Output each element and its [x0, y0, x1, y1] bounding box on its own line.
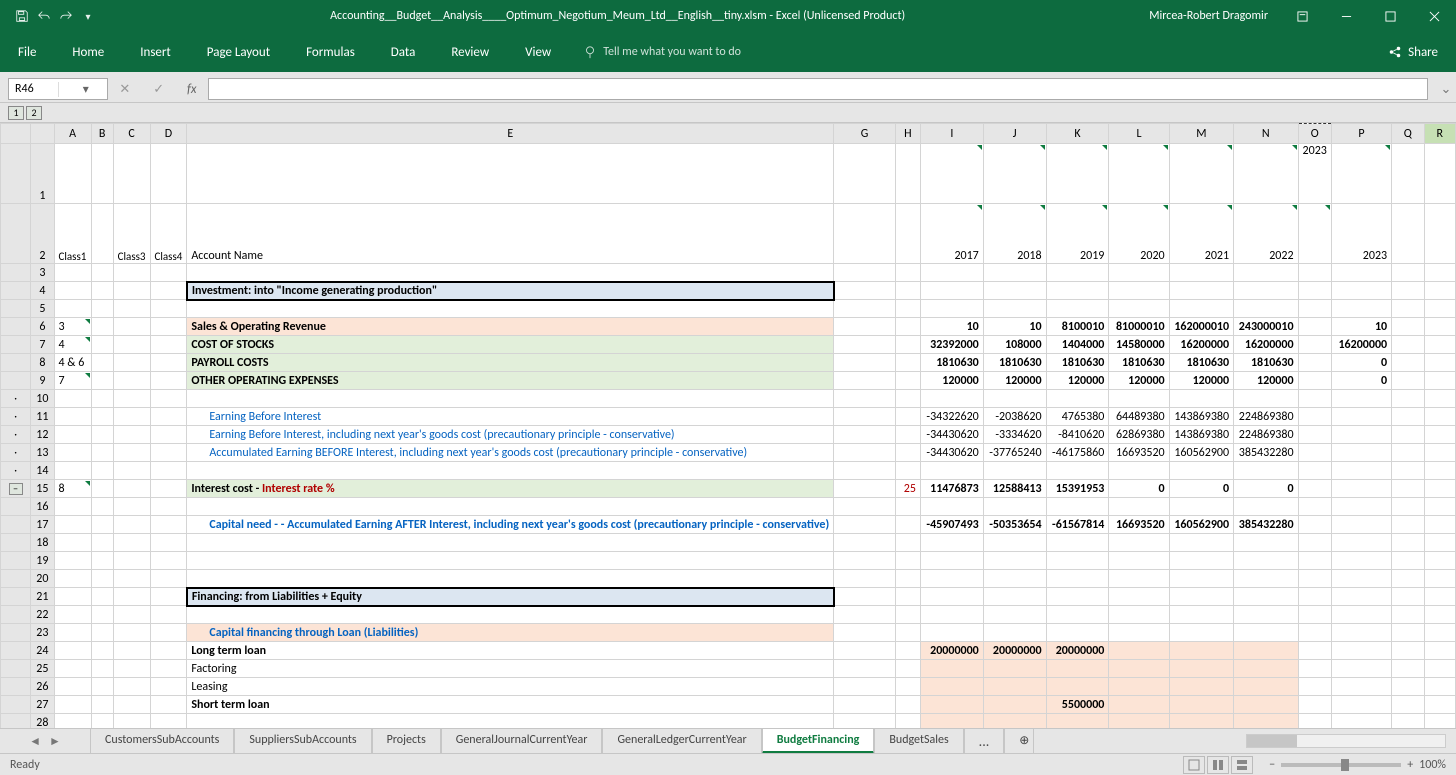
save-icon[interactable]	[12, 6, 32, 26]
quick-access-toolbar: ▾	[0, 6, 98, 26]
sheet-tab-add[interactable]: ⊕	[1004, 729, 1034, 754]
column-headers[interactable]: ABCDE GH IJKLMN OPQR	[1, 124, 1456, 144]
formula-input[interactable]	[208, 78, 1428, 100]
share-button[interactable]: Share	[1378, 39, 1448, 66]
sheet-tab-BudgetSales[interactable]: BudgetSales	[874, 729, 963, 754]
tab-insert[interactable]: Insert	[122, 35, 189, 70]
sheet-tab-CustomersSubAccounts[interactable]: CustomersSubAccounts	[90, 729, 234, 754]
view-pagebreak-icon[interactable]	[1231, 756, 1253, 774]
horizontal-scrollbar[interactable]	[1246, 734, 1446, 748]
ribbon-tabs: File Home Insert Page Layout Formulas Da…	[0, 35, 569, 70]
tab-home[interactable]: Home	[54, 35, 122, 70]
view-pagelayout-icon[interactable]	[1207, 756, 1229, 774]
maximize-icon[interactable]	[1368, 1, 1412, 31]
tab-nav[interactable]: ◄►	[0, 734, 90, 749]
outline-level-bar: 1 2	[0, 103, 1456, 123]
outline-level-2[interactable]: 2	[26, 106, 42, 120]
document-title: Accounting__Budget__Analysis____Optimum_…	[98, 9, 1137, 23]
fx-icon[interactable]: fx	[187, 82, 197, 97]
ribbon-options-icon[interactable]	[1280, 1, 1324, 31]
sheet-tab-more[interactable]: ...	[964, 729, 1005, 754]
status-ready: Ready	[10, 758, 40, 772]
cancel-edit-icon[interactable]: ✕	[119, 82, 130, 97]
minimize-icon[interactable]	[1324, 1, 1368, 31]
name-box-value: R46	[9, 82, 58, 96]
zoom-control[interactable]: −+ 100%	[1269, 758, 1446, 772]
qat-more-icon[interactable]: ▾	[78, 6, 98, 26]
status-bar: Ready −+ 100%	[0, 753, 1456, 775]
name-box[interactable]: R46 ▾	[8, 78, 108, 100]
tell-me[interactable]: Tell me what you want to do	[583, 45, 741, 59]
view-normal-icon[interactable]	[1183, 756, 1205, 774]
formula-bar: R46 ▾ ✕ ✓ fx ⌄	[0, 76, 1456, 103]
tab-file[interactable]: File	[0, 35, 54, 70]
ribbon: File Home Insert Page Layout Formulas Da…	[0, 32, 1456, 72]
sheet-tab-GeneralLedgerCurrentYear[interactable]: GeneralLedgerCurrentYear	[602, 729, 761, 754]
sheet-tab-SuppliersSubAccounts[interactable]: SuppliersSubAccounts	[234, 729, 371, 754]
confirm-edit-icon[interactable]: ✓	[153, 82, 164, 97]
spreadsheet-grid[interactable]: ABCDE GH IJKLMN OPQR 120232Class1Class3C…	[0, 123, 1456, 759]
expand-formula-icon[interactable]: ⌄	[1436, 82, 1456, 97]
close-icon[interactable]	[1412, 1, 1456, 31]
tab-data[interactable]: Data	[373, 35, 434, 70]
tab-view[interactable]: View	[507, 35, 569, 70]
tab-page-layout[interactable]: Page Layout	[189, 35, 288, 70]
sheet-tab-bar: ◄► CustomersSubAccountsSuppliersSubAccou…	[0, 728, 1456, 753]
tell-me-label: Tell me what you want to do	[603, 45, 741, 59]
share-label: Share	[1408, 45, 1438, 60]
redo-icon[interactable]	[56, 6, 76, 26]
sheet-tab-BudgetFinancing[interactable]: BudgetFinancing	[762, 729, 875, 754]
tab-formulas[interactable]: Formulas	[288, 35, 373, 70]
sheet-tab-Projects[interactable]: Projects	[372, 729, 441, 754]
title-bar: ▾ Accounting__Budget__Analysis____Optimu…	[0, 0, 1456, 32]
tab-review[interactable]: Review	[433, 35, 507, 70]
user-name: Mircea-Robert Dragomir	[1137, 9, 1280, 23]
sheet-tab-GeneralJournalCurrentYear[interactable]: GeneralJournalCurrentYear	[441, 729, 603, 754]
undo-icon[interactable]	[34, 6, 54, 26]
name-box-dropdown-icon[interactable]: ▾	[58, 82, 108, 97]
outline-level-1[interactable]: 1	[8, 106, 24, 120]
zoom-level: 100%	[1419, 758, 1446, 772]
